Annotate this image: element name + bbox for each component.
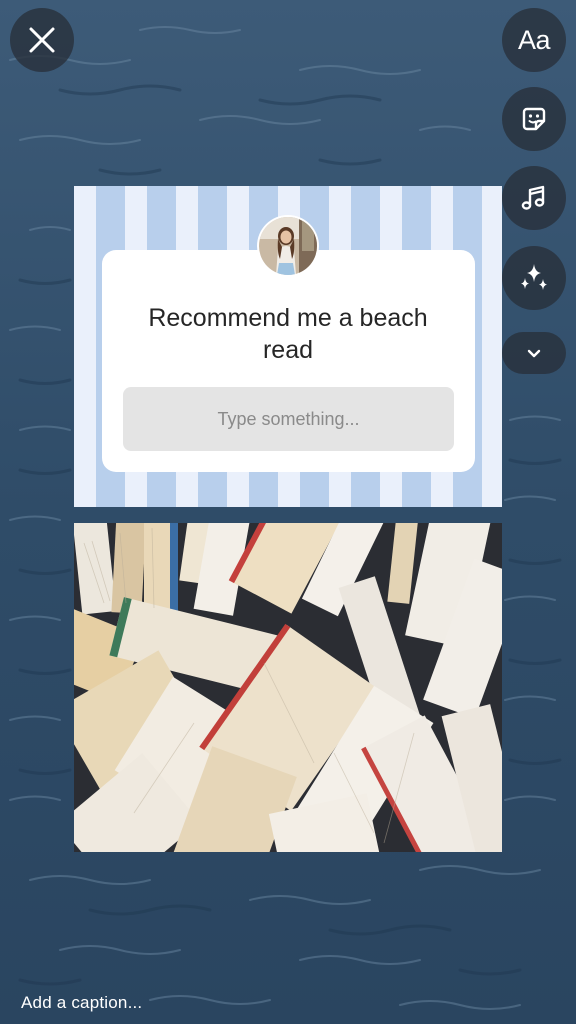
chevron-down-icon (527, 349, 541, 358)
close-icon (29, 27, 55, 53)
music-tool-button[interactable] (502, 166, 566, 230)
more-tools-button[interactable] (502, 332, 566, 374)
text-tool-button[interactable]: Aa (502, 8, 566, 72)
question-prompt: Recommend me a beach read (148, 304, 428, 364)
books-photo[interactable] (74, 523, 502, 852)
avatar-photo (259, 217, 317, 275)
sparkles-icon (521, 264, 547, 290)
books-image (74, 523, 502, 852)
close-button[interactable] (10, 8, 74, 72)
story-editor: Aa Recommend me a beach read Type someth… (0, 0, 576, 1024)
sticker-icon (522, 107, 546, 131)
question-sticker[interactable]: Recommend me a beach read Type something… (74, 186, 502, 507)
text-tool-label: Aa (517, 24, 551, 55)
avatar (259, 217, 317, 275)
caption-input[interactable]: Add a caption... (21, 993, 142, 1013)
sticker-tool-button[interactable] (502, 87, 566, 151)
water-background (0, 0, 576, 1024)
effects-tool-button[interactable] (502, 246, 566, 310)
answer-input[interactable]: Type something... (123, 387, 454, 451)
music-note-icon (521, 185, 545, 210)
